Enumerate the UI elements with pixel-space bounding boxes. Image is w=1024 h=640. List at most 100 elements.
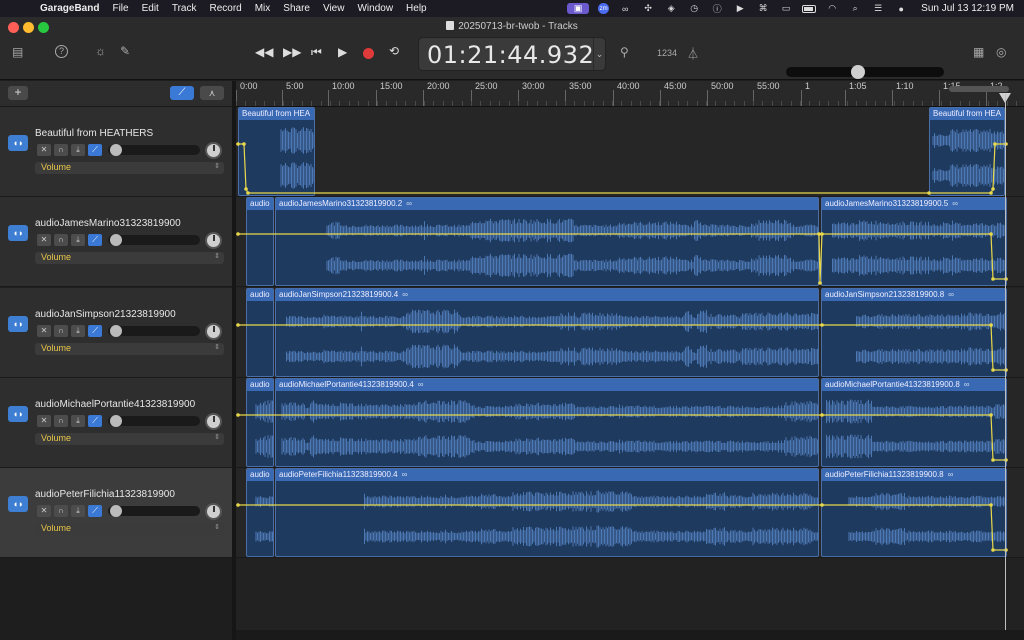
- siri-icon[interactable]: ●: [894, 3, 908, 14]
- tracks-area[interactable]: Beautiful from HEA Beautiful from HEA audi…: [236, 107, 1024, 640]
- track-name[interactable]: audioMichaelPortantie41323819900: [35, 399, 195, 410]
- record-enable-button[interactable]: ⤓: [71, 505, 85, 517]
- track-lane[interactable]: audio audioJanSimpson21323819900.4 ∞ audioJ…: [236, 288, 1024, 378]
- automation-point[interactable]: [927, 191, 931, 195]
- automation-point[interactable]: [820, 413, 824, 417]
- fast-forward-button[interactable]: ▶▶: [283, 45, 301, 59]
- control-center-icon[interactable]: ☰: [871, 3, 885, 14]
- menu-edit[interactable]: Edit: [142, 3, 159, 14]
- record-enable-button[interactable]: ⤓: [71, 325, 85, 337]
- solo-headphones-button[interactable]: ∩: [54, 144, 68, 156]
- menu-view[interactable]: View: [323, 3, 345, 14]
- dropbox-icon[interactable]: ◈: [664, 3, 678, 14]
- automation-point[interactable]: [236, 232, 240, 236]
- volume-automation[interactable]: [236, 378, 1024, 468]
- track-volume-fader[interactable]: [108, 415, 200, 427]
- automation-point[interactable]: [989, 232, 993, 236]
- automation-curve[interactable]: [238, 143, 1006, 194]
- track-lane[interactable]: audio audioPeterFilichia11323819900.4 ∞ aud…: [236, 468, 1024, 558]
- pan-knob[interactable]: [205, 413, 222, 430]
- count-in-button[interactable]: 1234: [657, 48, 677, 58]
- track-automation-button[interactable]: ⟋: [88, 415, 102, 427]
- track-volume-fader[interactable]: [108, 325, 200, 337]
- fader-knob[interactable]: [110, 234, 122, 246]
- track-lane[interactable]: audio audioMichaelPortantie41323819900.4 ∞…: [236, 378, 1024, 468]
- automation-point[interactable]: [236, 142, 240, 146]
- automation-point[interactable]: [242, 142, 246, 146]
- automation-point[interactable]: [989, 413, 993, 417]
- automation-point[interactable]: [820, 503, 824, 507]
- track-volume-fader[interactable]: [108, 144, 200, 156]
- control-icon[interactable]: ✣: [641, 3, 655, 14]
- track-header[interactable]: ◖◗ audioMichaelPortantie41323819900 ✕ ∩ …: [0, 378, 232, 468]
- volume-automation[interactable]: [236, 288, 1024, 378]
- volume-automation[interactable]: [236, 468, 1024, 558]
- track-volume-fader[interactable]: [108, 505, 200, 517]
- menu-file[interactable]: File: [112, 3, 128, 14]
- fader-knob[interactable]: [110, 415, 122, 427]
- solo-headphones-button[interactable]: ∩: [54, 234, 68, 246]
- tuner-icon[interactable]: ⚲: [620, 45, 629, 59]
- app-menu[interactable]: GarageBand: [40, 3, 99, 14]
- automation-curve[interactable]: [238, 414, 1006, 461]
- automation-parameter-select[interactable]: Volume ⇕: [35, 433, 224, 445]
- track-automation-button[interactable]: ⟋: [88, 234, 102, 246]
- automation-parameter-select[interactable]: Volume ⇕: [35, 343, 224, 355]
- time-machine-icon[interactable]: ◷: [687, 3, 701, 14]
- help-icon[interactable]: ?: [55, 45, 68, 58]
- solo-headphones-button[interactable]: ∩: [54, 325, 68, 337]
- wifi-icon[interactable]: ◠: [825, 3, 839, 14]
- automation-point[interactable]: [820, 323, 824, 327]
- pan-knob[interactable]: [205, 323, 222, 340]
- automation-point[interactable]: [236, 323, 240, 327]
- automation-point[interactable]: [236, 413, 240, 417]
- menu-help[interactable]: Help: [406, 3, 427, 14]
- smart-controls-icon[interactable]: ☼: [95, 44, 106, 58]
- track-automation-button[interactable]: ⟋: [88, 505, 102, 517]
- battery-icon[interactable]: [802, 3, 817, 14]
- screen-record-icon[interactable]: ▣: [567, 3, 590, 14]
- track-header[interactable]: ◖◗ audioPeterFilichia11323819900 ✕ ∩ ⤓ ⟋…: [0, 468, 232, 558]
- loops-browser-icon[interactable]: ◎: [996, 45, 1006, 59]
- record-enable-button[interactable]: ⤓: [71, 144, 85, 156]
- automation-parameter-select[interactable]: Volume ⇕: [35, 162, 224, 174]
- track-name[interactable]: audioJamesMarino31323819900: [35, 218, 181, 229]
- automation-point[interactable]: [246, 191, 250, 195]
- automation-point[interactable]: [989, 323, 993, 327]
- automation-toggle-button[interactable]: ⟋: [170, 86, 194, 100]
- automation-curve[interactable]: [238, 504, 1006, 551]
- search-icon[interactable]: ⌕: [848, 3, 862, 14]
- automation-curve[interactable]: [238, 324, 1006, 371]
- pan-knob[interactable]: [205, 142, 222, 159]
- play-button[interactable]: ▶: [338, 45, 347, 59]
- mute-button[interactable]: ✕: [37, 325, 51, 337]
- cycle-region-handle[interactable]: [949, 86, 1009, 92]
- mute-button[interactable]: ✕: [37, 415, 51, 427]
- notepad-icon[interactable]: ▦: [973, 45, 984, 59]
- track-header[interactable]: ◖◗ audioJanSimpson21323819900 ✕ ∩ ⤓ ⟋ Vo…: [0, 288, 232, 378]
- menubar-clock[interactable]: Sun Jul 13 12:19 PM: [921, 3, 1014, 14]
- master-volume-slider[interactable]: [786, 65, 944, 79]
- record-enable-button[interactable]: ⤓: [71, 234, 85, 246]
- horizontal-scrollbar[interactable]: [236, 630, 1024, 640]
- fader-knob[interactable]: [110, 505, 122, 517]
- add-track-button[interactable]: +: [8, 86, 28, 100]
- cycle-button[interactable]: ⟲: [389, 44, 399, 58]
- zoom-icon[interactable]: zm: [598, 3, 610, 14]
- automation-point[interactable]: [991, 458, 995, 462]
- library-icon[interactable]: ▤: [12, 45, 23, 59]
- fader-knob[interactable]: [110, 325, 122, 337]
- menu-share[interactable]: Share: [283, 3, 310, 14]
- automation-point[interactable]: [991, 368, 995, 372]
- automation-point[interactable]: [818, 281, 822, 285]
- record-enable-button[interactable]: ⤓: [71, 415, 85, 427]
- lcd-display[interactable]: 01:21:44.932 ⌄: [418, 37, 606, 71]
- solo-headphones-button[interactable]: ∩: [54, 415, 68, 427]
- automation-parameter-select[interactable]: Volume ⇕: [35, 523, 224, 535]
- menu-window[interactable]: Window: [357, 3, 393, 14]
- rewind-button[interactable]: ◀◀: [255, 45, 273, 59]
- automation-point[interactable]: [991, 548, 995, 552]
- track-name[interactable]: Beautiful from HEATHERS: [35, 128, 153, 139]
- track-name[interactable]: audioPeterFilichia11323819900: [35, 489, 175, 500]
- playhead[interactable]: [1005, 94, 1006, 640]
